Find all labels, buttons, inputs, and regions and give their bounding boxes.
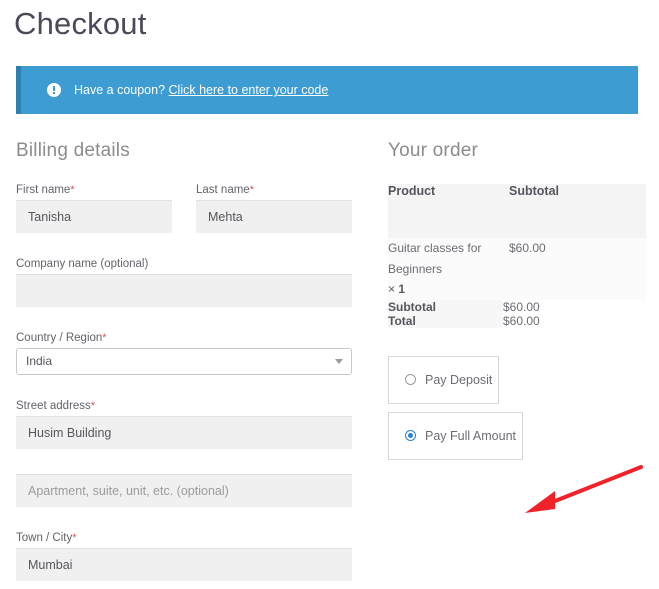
order-item-subtotal: $60.00 [503,238,646,300]
street-address-input[interactable] [16,416,352,449]
order-table-body: Guitar classes for Beginners × 1 $60.00 … [388,238,646,328]
your-order-section: Your order Product Subtotal Guitar class… [388,140,646,468]
country-region-label: Country / Region* [16,332,352,344]
first-name-label-text: First name [16,184,71,196]
company-name-label: Company name (optional) [16,258,149,270]
company-name-field: Company name (optional) [16,258,352,307]
town-city-field: Town / City* [16,532,352,581]
order-total-value: $60.00 [503,313,646,328]
table-row: Subtotal $60.00 [388,299,646,314]
billing-details-section: Billing details First name* Last name* C… [16,140,352,589]
first-name-input[interactable] [16,200,172,233]
required-marker: * [90,400,96,412]
country-region-select[interactable]: India [16,348,352,375]
country-region-field: Country / Region* India [16,332,352,375]
order-subtotal-value: $60.00 [503,299,646,314]
last-name-input[interactable] [196,200,352,233]
payment-option-label: Pay Deposit [425,372,493,387]
quantity-prefix: × [388,282,396,297]
order-column-product: Product [388,184,503,238]
radio-pay-deposit[interactable] [405,374,416,386]
checkout-page: Checkout Have a coupon? Click here to en… [0,0,659,589]
company-name-input[interactable] [16,274,352,307]
street-address-field: Street address* [16,400,352,449]
required-marker: * [102,332,107,344]
payment-options-group: Pay Deposit Pay Full Amount [388,355,646,460]
first-name-field: First name* [16,184,172,233]
last-name-field: Last name* [196,184,352,233]
order-item-product-cell: Guitar classes for Beginners × 1 [388,238,503,300]
required-marker: * [249,184,254,196]
required-marker: * [72,532,77,544]
radio-pay-full-amount[interactable] [405,430,416,442]
payment-option-pay-full-amount[interactable]: Pay Full Amount [388,411,523,460]
name-field-row: First name* Last name* [16,184,352,249]
town-city-label-text: Town / City [16,532,73,544]
required-marker: * [70,184,75,196]
coupon-message: Have a coupon? Click here to enter your … [74,83,328,97]
street-address-label-text: Street address [16,400,91,412]
order-table-header-row: Product Subtotal [388,184,646,238]
order-table-head: Product Subtotal [388,184,646,238]
page-title: Checkout [14,6,147,41]
country-region-select-wrap: India [16,348,352,375]
payment-option-label: Pay Full Amount [425,428,517,443]
address-line-2-field [16,474,352,507]
town-city-label: Town / City* [16,532,352,544]
order-subtotal-label: Subtotal [388,299,503,314]
order-item-name: Guitar classes for Beginners [388,241,482,276]
town-city-input[interactable] [16,548,352,581]
billing-details-heading: Billing details [16,140,130,161]
coupon-enter-code-link[interactable]: Click here to enter your code [169,83,329,97]
order-item-quantity: × 1 [388,279,503,300]
country-region-label-text: Country / Region [16,332,103,344]
info-circle-icon [47,83,61,97]
table-row: Guitar classes for Beginners × 1 $60.00 [388,238,646,300]
address-line-2-input[interactable] [16,474,352,507]
first-name-label: First name* [16,184,172,196]
coupon-prompt-text: Have a coupon? [74,83,166,97]
last-name-label: Last name* [196,184,352,196]
street-address-label: Street address* [16,400,352,412]
coupon-banner: Have a coupon? Click here to enter your … [16,66,638,114]
quantity-value: 1 [398,282,406,297]
last-name-label-text: Last name [196,184,250,196]
your-order-heading: Your order [388,140,479,161]
order-total-label: Total [388,313,503,328]
table-row: Total $60.00 [388,313,646,328]
order-column-subtotal: Subtotal [503,184,646,238]
payment-option-pay-deposit[interactable]: Pay Deposit [388,355,499,404]
order-summary-table: Product Subtotal Guitar classes for Begi… [388,184,646,328]
